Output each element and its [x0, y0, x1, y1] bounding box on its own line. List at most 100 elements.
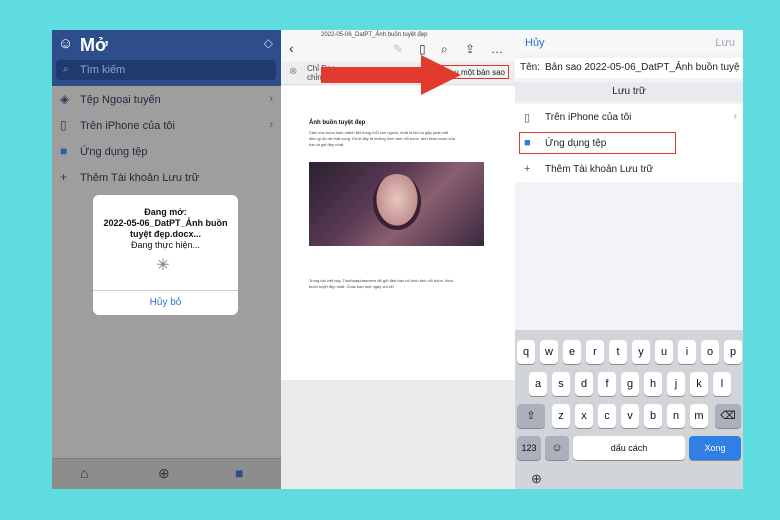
globe-icon[interactable]: ⊕: [531, 471, 542, 487]
key-p[interactable]: p: [724, 340, 742, 364]
key-v[interactable]: v: [621, 404, 639, 428]
key-q[interactable]: q: [517, 340, 535, 364]
document-image: [309, 162, 484, 246]
key-t[interactable]: t: [609, 340, 627, 364]
files-title: Mở: [80, 35, 108, 55]
location-label: Tệp Ngoại tuyến: [80, 94, 161, 106]
cancel-button[interactable]: Hủy: [525, 37, 545, 49]
chevron-right-icon: ›: [269, 119, 273, 131]
dialog-message: Đang mở: 2022-05-06_DatPT_Ảnh buồn tuyệt…: [93, 207, 238, 251]
document-heading: Ảnh buồn tuyệt đẹp: [309, 120, 366, 126]
location-files-app[interactable]: ■ Ứng dụng tệp: [52, 139, 281, 165]
document-page: Ảnh buồn tuyệt đẹp Cảm xúc buồn luôn mãn…: [281, 86, 515, 380]
onscreen-keyboard: q w e r t y u i o p a s d f g h j k l ⇧ …: [515, 330, 743, 489]
location-label: Trên iPhone của tôi: [80, 120, 175, 132]
key-w[interactable]: w: [540, 340, 558, 364]
key-e[interactable]: e: [563, 340, 581, 364]
close-circle-icon[interactable]: ⊗: [289, 66, 297, 77]
key-g[interactable]: g: [621, 372, 639, 396]
key-a[interactable]: a: [529, 372, 547, 396]
key-b[interactable]: b: [644, 404, 662, 428]
location-label: Trên iPhone của tôi: [545, 112, 632, 123]
phone-icon: ▯: [60, 118, 67, 132]
numbers-key[interactable]: 123: [517, 436, 541, 460]
add-circle-icon[interactable]: ⊕: [158, 465, 170, 482]
key-j[interactable]: j: [667, 372, 685, 396]
document-viewer-panel: 2022-05-06_DatPT_Ảnh buồn tuyệt đẹp ‹ ✎ …: [281, 30, 515, 489]
key-s[interactable]: s: [552, 372, 570, 396]
key-k[interactable]: k: [690, 372, 708, 396]
key-l[interactable]: l: [713, 372, 731, 396]
plus-icon: +: [524, 163, 531, 175]
filename-label: Tên:: [520, 62, 541, 73]
key-h[interactable]: h: [644, 372, 662, 396]
search-icon: ⌕: [63, 64, 69, 75]
key-o[interactable]: o: [701, 340, 719, 364]
filename-value[interactable]: Bản sao 2022-05-06_DatPT_Ảnh buồn tuyệ: [545, 62, 740, 73]
storage-section-header: Lưu trữ: [515, 82, 743, 102]
space-key[interactable]: dấu cách: [573, 436, 685, 460]
offline-files-icon: ◈: [60, 92, 70, 106]
document-paragraph: Trong bài viết này, Thuthuatphanmem đã g…: [309, 278, 489, 290]
location-offline-files[interactable]: ◈ Tệp Ngoại tuyến ›: [52, 87, 281, 113]
page-background: [281, 380, 515, 489]
dialog-line: Đang mở:: [144, 207, 187, 217]
share-icon[interactable]: ⇪: [465, 42, 475, 56]
location-add-storage-account[interactable]: + Thêm Tài khoản Lưu trữ: [52, 165, 281, 191]
search-input[interactable]: ⌕ Tìm kiếm: [56, 60, 276, 80]
location-on-my-iphone[interactable]: ▯ Trên iPhone của tôi ›: [515, 104, 743, 130]
plus-icon: +: [60, 170, 68, 184]
back-icon[interactable]: ‹: [289, 40, 294, 56]
shift-key-icon[interactable]: ⇧: [517, 404, 545, 428]
chevron-right-icon: ›: [269, 93, 273, 105]
chevron-right-icon: ›: [733, 111, 737, 122]
profile-icon[interactable]: ☺: [58, 35, 73, 52]
dialog-line: 2022-05-06_DatPT_Ảnh buồn: [103, 218, 228, 228]
key-m[interactable]: m: [690, 404, 708, 428]
key-r[interactable]: r: [586, 340, 604, 364]
page-view-icon[interactable]: ▯: [419, 42, 426, 56]
backspace-key-icon[interactable]: ⌫: [715, 404, 741, 428]
location-label: Thêm Tài khoản Lưu trữ: [80, 172, 200, 184]
home-icon[interactable]: ⌂: [80, 465, 88, 481]
files-browser-panel: ☺ Mở ◇ ⌕ Tìm kiếm ◈ Tệp Ngoại tuyến › ▯ …: [52, 30, 281, 489]
document-filename: 2022-05-06_DatPT_Ảnh buồn tuyệt đẹp: [321, 32, 428, 38]
opening-progress-dialog: Đang mở: 2022-05-06_DatPT_Ảnh buồn tuyệt…: [93, 195, 238, 315]
key-f[interactable]: f: [598, 372, 616, 396]
key-u[interactable]: u: [655, 340, 673, 364]
folder-icon: ■: [60, 144, 68, 158]
key-i[interactable]: i: [678, 340, 696, 364]
dialog-divider: [93, 290, 238, 291]
bottom-tab-bar: ⌂ ⊕ ■: [52, 458, 281, 489]
key-c[interactable]: c: [598, 404, 616, 428]
more-icon[interactable]: …: [491, 42, 503, 56]
red-arrow-annotation: [321, 55, 461, 95]
cancel-button[interactable]: Hủy bỏ: [93, 297, 238, 308]
save-dialog-panel: Hủy Lưu Tên: Bản sao 2022-05-06_DatPT_Ản…: [515, 30, 743, 489]
key-n[interactable]: n: [667, 404, 685, 428]
edit-pen-icon[interactable]: ✎: [393, 42, 403, 56]
premium-diamond-icon[interactable]: ◇: [264, 36, 273, 50]
key-y[interactable]: y: [632, 340, 650, 364]
emoji-key-icon[interactable]: ☺: [545, 436, 569, 460]
location-add-storage-account[interactable]: + Thêm Tài khoản Lưu trữ: [515, 156, 743, 182]
paragraph-line: buồn tuyệt đẹp nhất. Chúc bạn một ngày v…: [309, 284, 394, 289]
key-x[interactable]: x: [575, 404, 593, 428]
key-d[interactable]: d: [575, 372, 593, 396]
image-face: [373, 174, 421, 230]
location-on-my-iphone[interactable]: ▯ Trên iPhone của tôi ›: [52, 113, 281, 139]
loading-spinner-icon: ✳: [156, 257, 170, 274]
key-z[interactable]: z: [552, 404, 570, 428]
search-placeholder: Tìm kiếm: [80, 64, 126, 76]
phone-icon: ▯: [524, 112, 531, 124]
files-header: ☺ Mở ◇ ⌕ Tìm kiếm: [52, 30, 281, 86]
dialog-line: tuyệt đẹp.docx...: [129, 229, 201, 239]
done-key[interactable]: Xong: [689, 436, 741, 460]
save-button[interactable]: Lưu: [715, 37, 735, 49]
location-label: Ứng dụng tệp: [80, 146, 148, 158]
folder-tab-icon[interactable]: ■: [235, 465, 243, 481]
paragraph-line: trai và gái đẹp nhất.: [309, 142, 345, 147]
location-label: Thêm Tài khoản Lưu trữ: [545, 164, 654, 175]
highlight-box: [519, 132, 676, 154]
filename-field[interactable]: Tên: Bản sao 2022-05-06_DatPT_Ảnh buồn t…: [515, 58, 743, 78]
